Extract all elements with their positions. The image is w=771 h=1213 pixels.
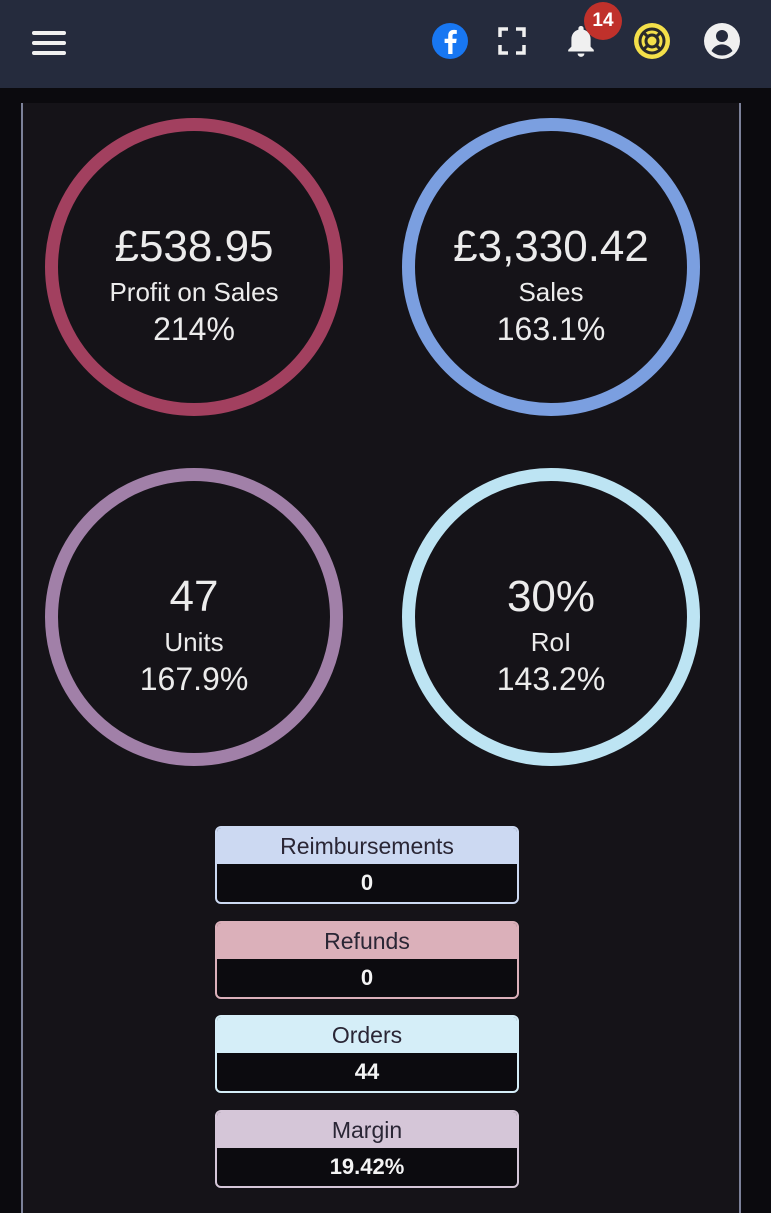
metric-percent: 167.9%	[139, 661, 249, 697]
stat-card-reimbursements: Reimbursements 0	[215, 826, 519, 904]
stat-value: 0	[360, 870, 374, 895]
stat-card-refunds: Refunds 0	[215, 921, 519, 999]
notification-count-badge: 14	[584, 2, 622, 40]
stat-value: 19.42%	[329, 1154, 405, 1179]
fullscreen-icon[interactable]	[493, 22, 531, 60]
metric-ring-units: 47 Units 167.9%	[45, 468, 343, 766]
metric-ring-sales: £3,330.42 Sales 163.1%	[402, 118, 700, 416]
metric-ring-profit: £538.95 Profit on Sales 214%	[45, 118, 343, 416]
stat-label: Margin	[217, 1112, 517, 1148]
stat-card-orders: Orders 44	[215, 1015, 519, 1093]
menu-icon[interactable]	[32, 28, 66, 58]
metric-value: £3,330.42	[453, 222, 649, 271]
top-bar: 14	[0, 0, 771, 88]
user-account-icon[interactable]	[703, 22, 741, 60]
metric-percent: 143.2%	[496, 661, 606, 697]
stat-label: Refunds	[217, 923, 517, 959]
help-lifebuoy-icon[interactable]	[633, 22, 671, 60]
metric-value: 47	[169, 572, 219, 621]
metric-label: Units	[164, 627, 224, 657]
metric-percent: 163.1%	[496, 311, 606, 347]
metric-label: Sales	[518, 277, 584, 307]
stat-value: 44	[354, 1059, 380, 1084]
stat-label: Orders	[217, 1017, 517, 1053]
stat-card-margin: Margin 19.42%	[215, 1110, 519, 1188]
stat-label: Reimbursements	[217, 828, 517, 864]
metric-ring-roi: 30% RoI 143.2%	[402, 468, 700, 766]
metric-label: RoI	[530, 627, 572, 657]
metric-label: Profit on Sales	[109, 277, 279, 307]
facebook-icon[interactable]	[431, 22, 469, 60]
metric-value: 30%	[506, 572, 596, 621]
stat-value: 0	[360, 965, 374, 990]
metric-percent: 214%	[153, 311, 235, 347]
metric-value: £538.95	[114, 222, 274, 271]
dashboard-panel: £538.95 Profit on Sales 214% £3,330.42 S…	[21, 103, 741, 1213]
